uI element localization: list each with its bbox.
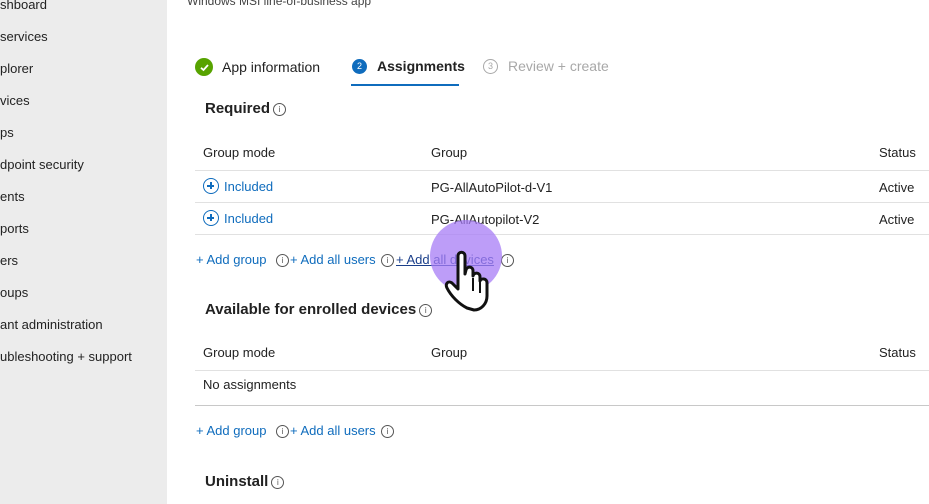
info-icon[interactable]: i	[381, 254, 394, 267]
status-value: Active	[879, 212, 915, 227]
section-title-text: Available for enrolled devices	[205, 301, 417, 318]
tab-assignments[interactable]: 2 Assignments	[352, 58, 465, 74]
tab-app-information[interactable]: App information	[195, 58, 320, 76]
add-group-link[interactable]: + Add group	[196, 252, 266, 267]
step-label: App information	[222, 59, 321, 75]
sidebar-item-explorer[interactable]: plorer	[0, 61, 33, 76]
info-icon[interactable]: i	[276, 425, 289, 438]
add-circle-icon	[203, 210, 219, 226]
sidebar-item-reports[interactable]: ports	[0, 221, 29, 236]
info-icon[interactable]: i	[501, 254, 514, 267]
column-header-status[interactable]: Status	[879, 345, 916, 360]
group-name: PG-AllAutoPilot-d-V1	[431, 180, 553, 195]
group-name: PG-AllAutopilot-V2	[431, 212, 540, 227]
sidebar-nav: shboard services plorer vices ps dpoint …	[0, 0, 167, 504]
main-content: Windows MSI line-of-business app App inf…	[167, 0, 929, 504]
add-all-users-link[interactable]: + Add all users	[290, 423, 376, 438]
empty-state-text: No assignments	[203, 377, 297, 392]
sidebar-item-devices[interactable]: vices	[0, 93, 30, 108]
step-number-badge: 2	[352, 58, 367, 74]
divider	[195, 405, 929, 406]
divider	[195, 202, 929, 203]
hand-pointer-cursor-icon	[430, 220, 502, 312]
included-group-mode-link[interactable]: Included	[203, 178, 273, 194]
sidebar-item-apps[interactable]: ps	[0, 125, 14, 140]
divider	[195, 234, 929, 235]
add-all-devices-link[interactable]: + Add all devices	[396, 252, 494, 267]
sidebar-item-troubleshooting[interactable]: ubleshooting + support	[0, 349, 132, 364]
section-title-available: Available for enrolled devices i	[205, 301, 433, 318]
info-icon[interactable]: i	[271, 475, 285, 489]
section-title-required: Required i	[205, 100, 287, 117]
section-title-text: Required	[205, 100, 271, 117]
section-title-uninstall: Uninstall i	[205, 473, 285, 490]
step-label: Review + create	[508, 58, 609, 74]
group-mode-label: Included	[224, 178, 274, 194]
add-circle-icon	[203, 178, 219, 194]
section-title-text: Uninstall	[205, 473, 269, 490]
sidebar-item-all-services[interactable]: services	[0, 29, 48, 44]
sidebar-item-reports-partial[interactable]: ents	[0, 189, 25, 204]
add-all-users-link[interactable]: + Add all users	[290, 252, 376, 267]
status-value: Active	[879, 180, 915, 195]
divider	[195, 370, 929, 371]
page-subtitle: Windows MSI line-of-business app	[187, 0, 372, 8]
checkmark-icon	[195, 58, 213, 76]
step-number-badge: 3	[483, 58, 498, 74]
included-group-mode-link[interactable]: Included	[203, 210, 273, 226]
column-header-group-mode[interactable]: Group mode	[203, 345, 275, 360]
column-header-group[interactable]: Group	[431, 345, 467, 360]
step-label: Assignments	[377, 58, 465, 74]
column-header-group-mode[interactable]: Group mode	[203, 145, 275, 160]
column-header-status[interactable]: Status	[879, 145, 916, 160]
active-tab-underline	[351, 84, 459, 86]
sidebar-item-dashboard[interactable]: shboard	[0, 0, 47, 12]
tab-review-create[interactable]: 3 Review + create	[483, 58, 609, 74]
sidebar-item-tenant-administration[interactable]: ant administration	[0, 317, 103, 332]
sidebar-item-users[interactable]: ers	[0, 253, 18, 268]
column-header-group[interactable]: Group	[431, 145, 467, 160]
group-mode-label: Included	[224, 210, 274, 226]
info-icon[interactable]: i	[273, 102, 287, 116]
divider	[195, 170, 929, 171]
sidebar-item-groups[interactable]: oups	[0, 285, 28, 300]
sidebar-item-endpoint-security[interactable]: dpoint security	[0, 157, 84, 172]
info-icon[interactable]: i	[276, 254, 289, 267]
add-group-link[interactable]: + Add group	[196, 423, 266, 438]
info-icon[interactable]: i	[381, 425, 394, 438]
info-icon[interactable]: i	[419, 303, 433, 317]
